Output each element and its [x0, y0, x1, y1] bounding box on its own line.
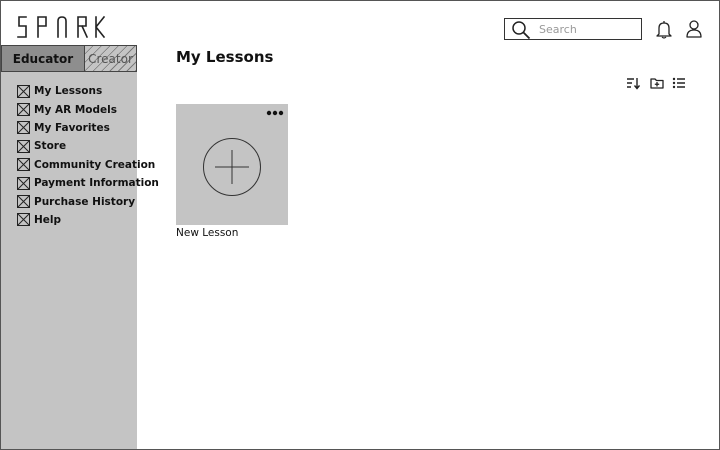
placeholder-image-icon — [17, 158, 30, 172]
sidebar-item-label: My Lessons — [34, 85, 103, 98]
sidebar-item-community-creation[interactable]: Community Creation — [17, 156, 159, 174]
more-options-icon[interactable] — [266, 109, 284, 117]
placeholder-image-icon — [17, 176, 30, 190]
sidebar-item-store[interactable]: Store — [17, 137, 159, 155]
sidebar-item-help[interactable]: Help — [17, 211, 159, 229]
search-input[interactable] — [539, 21, 635, 37]
sidebar-item-payment-information[interactable]: Payment Information — [17, 174, 159, 192]
sidebar-nav: My Lessons My AR Models My Favorites Sto… — [17, 82, 159, 229]
placeholder-image-icon — [17, 139, 30, 153]
new-folder-icon[interactable] — [650, 76, 664, 90]
placeholder-image-icon — [17, 84, 30, 98]
sidebar-item-label: Purchase History — [34, 195, 136, 208]
search-box[interactable] — [504, 18, 642, 40]
sidebar: Educator Creator My Lessons My AR Models… — [1, 45, 159, 449]
sidebar-item-my-ar-models[interactable]: My AR Models — [17, 100, 159, 118]
list-view-icon[interactable] — [672, 76, 686, 90]
spark-logo — [17, 15, 106, 39]
placeholder-image-icon — [17, 195, 30, 209]
sidebar-item-label: Payment Information — [34, 177, 159, 190]
placeholder-image-icon — [17, 213, 30, 227]
sort-icon[interactable] — [626, 76, 640, 90]
sidebar-item-label: My AR Models — [34, 103, 117, 116]
plus-circle-icon[interactable] — [202, 137, 262, 197]
sidebar-item-purchase-history[interactable]: Purchase History — [17, 192, 159, 210]
sidebar-item-my-lessons[interactable]: My Lessons — [17, 82, 159, 100]
tab-educator[interactable]: Educator — [1, 45, 85, 72]
sidebar-item-label: Community Creation — [34, 158, 156, 171]
sidebar-item-label: Help — [34, 213, 62, 226]
placeholder-image-icon — [17, 121, 30, 135]
tab-creator[interactable]: Creator — [85, 45, 137, 72]
sidebar-item-label: My Favorites — [34, 121, 110, 134]
page-title: My Lessons — [176, 48, 274, 66]
sidebar-item-my-favorites[interactable]: My Favorites — [17, 119, 159, 137]
user-icon[interactable] — [685, 19, 703, 39]
new-lesson-card[interactable] — [176, 104, 288, 225]
card-label: New Lesson — [176, 227, 239, 239]
bell-icon[interactable] — [655, 19, 673, 39]
placeholder-image-icon — [17, 103, 30, 117]
search-icon[interactable] — [511, 20, 531, 40]
sidebar-item-label: Store — [34, 140, 67, 153]
